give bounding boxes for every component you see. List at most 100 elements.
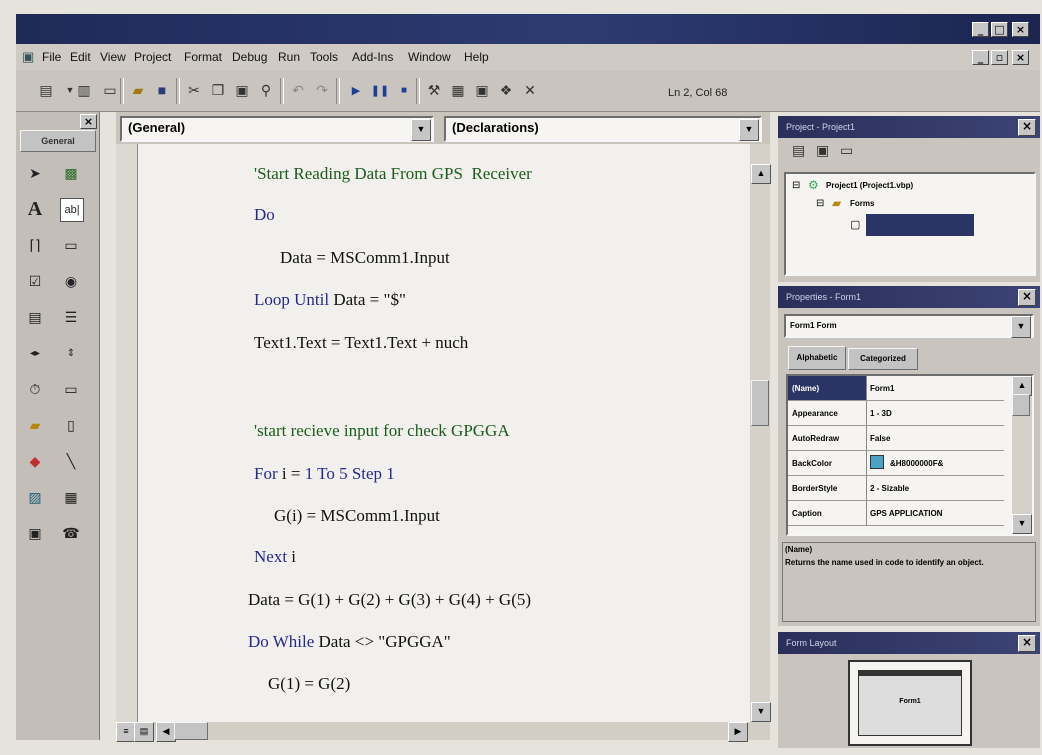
properties-close-button[interactable]: ×	[1018, 289, 1036, 306]
data-icon[interactable]: ▦	[60, 486, 82, 508]
run-icon[interactable]: ▶	[346, 80, 366, 100]
doc-restore-button[interactable]: ▫	[991, 50, 1008, 65]
procedure-combo[interactable]: (Declarations) ▼	[444, 116, 762, 142]
property-row[interactable]: (Name) Form1	[788, 376, 1004, 401]
property-row[interactable]: Caption GPS APPLICATION	[788, 501, 1004, 526]
menu-edit[interactable]: Edit	[70, 50, 91, 64]
vertical-scrollbar[interactable]: ▲ ▼	[750, 144, 771, 722]
shape-icon[interactable]: ◆	[24, 450, 46, 472]
add-form-icon[interactable]: ▥	[74, 80, 94, 100]
minimize-button[interactable]: _	[972, 22, 989, 37]
toolbox-icon[interactable]: ✕	[520, 80, 540, 100]
doc-close-button[interactable]: ×	[1012, 50, 1029, 65]
forms-folder-label[interactable]: Forms	[850, 199, 874, 208]
full-module-view-icon[interactable]: ▤	[134, 722, 154, 742]
view-object-icon[interactable]: ▣	[816, 142, 829, 159]
menu-tools[interactable]: Tools	[310, 50, 338, 64]
object-combo[interactable]: (General) ▼	[120, 116, 434, 142]
property-row[interactable]: Appearance 1 - 3D	[788, 401, 1004, 426]
maximize-button[interactable]: □	[991, 22, 1008, 37]
scroll-down-icon[interactable]: ▼	[751, 702, 771, 722]
optionbutton-icon[interactable]: ◉	[60, 270, 82, 292]
menu-project[interactable]: Project	[134, 50, 171, 64]
form-layout-icon[interactable]: ▣	[472, 80, 492, 100]
menu-window[interactable]: Window	[408, 50, 451, 64]
image-icon[interactable]: ▨	[24, 486, 46, 508]
label-icon[interactable]: A	[24, 198, 46, 220]
menu-debug[interactable]: Debug	[232, 50, 267, 64]
filelistbox-icon[interactable]: ▯	[60, 414, 82, 436]
procedure-view-icon[interactable]: ≡	[116, 722, 136, 742]
scroll-thumb[interactable]	[1012, 394, 1030, 416]
toolbox-general-tab[interactable]: General	[20, 130, 96, 152]
code-editor[interactable]: 'Start Reading Data From GPS Receiver Do…	[138, 144, 750, 722]
drivelistbox-icon[interactable]: ▭	[60, 378, 82, 400]
project-close-button[interactable]: ×	[1018, 119, 1036, 136]
menu-file[interactable]: File	[42, 50, 61, 64]
dropdown-arrow-icon[interactable]: ▼	[411, 119, 431, 141]
scroll-up-icon[interactable]: ▲	[751, 164, 771, 184]
save-icon[interactable]: ■	[152, 80, 172, 100]
scroll-right-icon[interactable]: ▶	[728, 722, 748, 742]
properties-window-icon[interactable]: ▦	[448, 80, 468, 100]
timer-icon[interactable]: ⏱	[24, 378, 46, 400]
dirlistbox-icon[interactable]: ▰	[24, 414, 46, 436]
redo-icon[interactable]: ↷	[312, 80, 332, 100]
hscrollbar-icon[interactable]: ◂▸	[24, 342, 46, 364]
listbox-icon[interactable]: ☰	[60, 306, 82, 328]
project-root-label[interactable]: Project1 (Project1.vbp)	[826, 181, 913, 190]
commandbutton-icon[interactable]: ▭	[60, 234, 82, 256]
menu-editor-icon[interactable]: ▭	[100, 80, 120, 100]
form-layout-close-button[interactable]: ×	[1018, 635, 1036, 652]
scroll-down-icon[interactable]: ▼	[1012, 514, 1032, 534]
menu-format[interactable]: Format	[184, 50, 222, 64]
menu-help[interactable]: Help	[464, 50, 489, 64]
dropdown-arrow-icon[interactable]: ▼	[739, 119, 759, 141]
dropdown-arrow-icon[interactable]: ▼	[1011, 316, 1031, 338]
line-icon[interactable]: ╲	[60, 450, 82, 472]
scroll-thumb[interactable]	[751, 380, 769, 426]
selected-form-item[interactable]	[866, 214, 974, 236]
tab-categorized[interactable]: Categorized	[848, 348, 918, 370]
property-row[interactable]: BackColor &H8000000F&	[788, 451, 1004, 476]
property-row[interactable]: BorderStyle 2 - Sizable	[788, 476, 1004, 501]
pause-icon[interactable]: ❚❚	[370, 80, 390, 100]
open-icon[interactable]: ▰	[128, 80, 148, 100]
menu-run[interactable]: Run	[278, 50, 300, 64]
textbox-icon[interactable]: ab|	[60, 198, 84, 222]
checkbox-icon[interactable]: ☑	[24, 270, 46, 292]
paste-icon[interactable]: ▣	[232, 80, 252, 100]
expand-icon[interactable]: ⊟	[792, 180, 800, 191]
object-selector[interactable]: Form1 Form ▼	[784, 314, 1034, 338]
pointer-icon[interactable]: ➤	[24, 162, 46, 184]
menu-addins[interactable]: Add-Ins	[352, 50, 393, 64]
frame-icon[interactable]: ⌈⌉	[24, 234, 46, 256]
scroll-up-icon[interactable]: ▲	[1012, 376, 1032, 396]
undo-icon[interactable]: ↶	[288, 80, 308, 100]
expand-icon[interactable]: ⊟	[816, 198, 824, 209]
picturebox-icon[interactable]: ▩	[60, 162, 82, 184]
scroll-left-icon[interactable]: ◀	[156, 722, 176, 742]
horizontal-scrollbar[interactable]: ≡ ▤ ◀ ▶	[116, 722, 770, 742]
hscroll-thumb[interactable]	[174, 722, 208, 740]
property-row[interactable]: AutoRedraw False	[788, 426, 1004, 451]
add-project-icon[interactable]: ▤	[36, 80, 56, 100]
app-icon[interactable]: ▣	[22, 49, 34, 65]
cut-icon[interactable]: ✂	[184, 80, 204, 100]
doc-minimize-button[interactable]: _	[972, 50, 989, 65]
tab-alphabetic[interactable]: Alphabetic	[788, 346, 846, 370]
object-browser-icon[interactable]: ❖	[496, 80, 516, 100]
project-explorer-icon[interactable]: ⚒	[424, 80, 444, 100]
toolbox-close-button[interactable]: ×	[80, 114, 97, 129]
close-button[interactable]: ×	[1012, 22, 1029, 37]
find-icon[interactable]: ⚲	[256, 80, 276, 100]
mscomm-icon[interactable]: ☎	[60, 522, 82, 544]
combobox-icon[interactable]: ▤	[24, 306, 46, 328]
ole-icon[interactable]: ▣	[24, 522, 46, 544]
menu-view[interactable]: View	[100, 50, 126, 64]
toggle-folders-icon[interactable]: ▭	[840, 142, 853, 159]
properties-scrollbar[interactable]: ▲ ▼	[1012, 376, 1032, 534]
vscrollbar-icon[interactable]: ⇕	[60, 342, 82, 364]
view-code-icon[interactable]: ▤	[792, 142, 805, 159]
copy-icon[interactable]: ❐	[208, 80, 228, 100]
